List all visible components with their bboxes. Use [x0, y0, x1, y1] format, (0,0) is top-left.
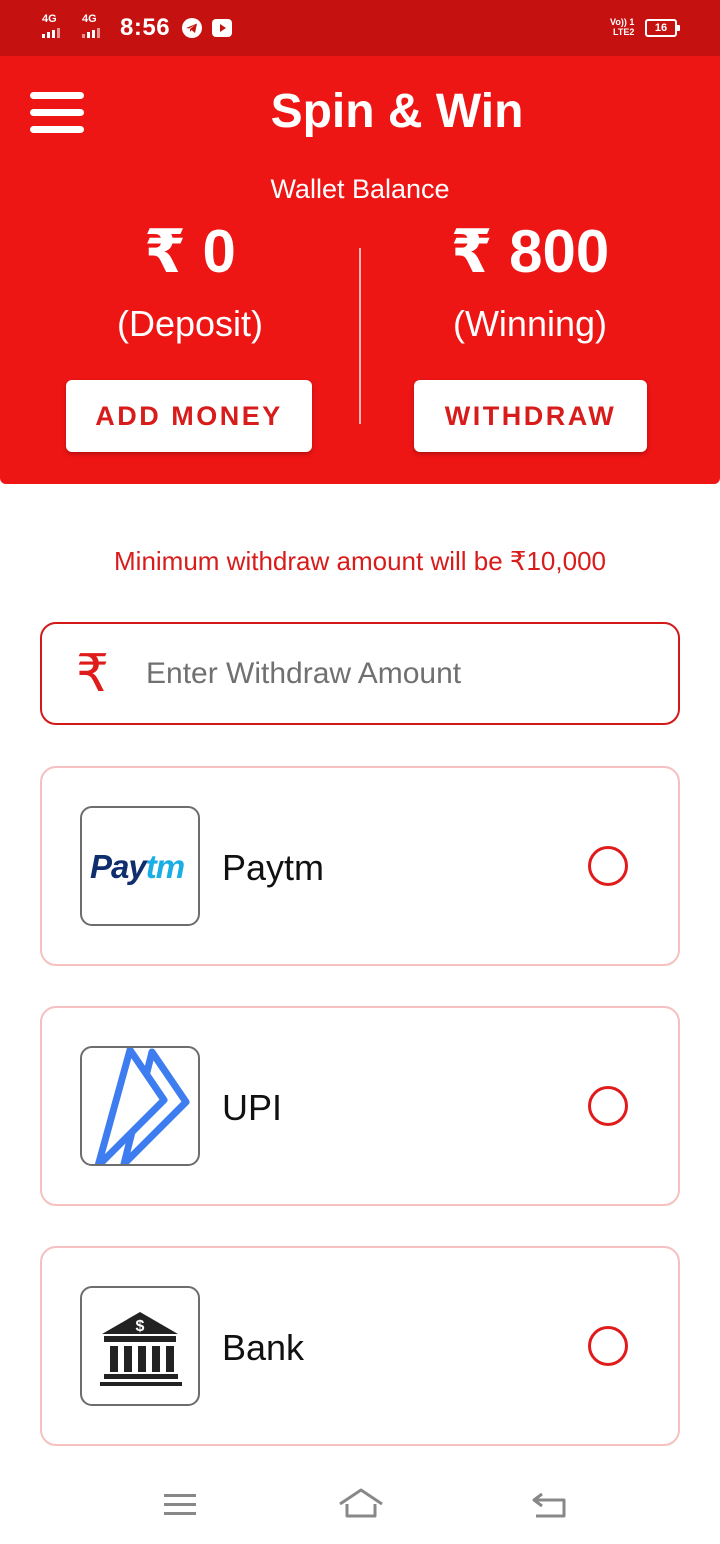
- back-icon[interactable]: [528, 1484, 568, 1524]
- wallet-panel: Wallet Balance ₹ 0 (Deposit) ₹ 800 (Winn…: [0, 168, 720, 484]
- youtube-icon: [212, 19, 232, 37]
- payment-option-paytm[interactable]: Paytm Paytm: [40, 766, 680, 966]
- withdraw-button[interactable]: WITHDRAW: [414, 380, 647, 452]
- sim1-network-label: 4G: [42, 13, 57, 25]
- payment-option-label: UPI: [222, 1087, 283, 1128]
- sim1-signal-icon: 4G: [42, 14, 60, 38]
- payment-option-upi[interactable]: UPI: [40, 1006, 680, 1206]
- status-clock: 8:56: [120, 14, 171, 41]
- paytm-logo-text-left: Pay: [90, 848, 147, 885]
- home-icon[interactable]: [338, 1484, 384, 1524]
- bank-logo-icon: $: [80, 1286, 200, 1406]
- withdraw-amount-field[interactable]: ₹: [40, 622, 680, 725]
- app-bar: Spin & Win: [0, 56, 720, 168]
- paytm-logo-text-right: tm: [145, 848, 185, 885]
- volte-indicator: Vo)) 1 LTE2: [610, 17, 634, 37]
- volte-top-label: Vo)) 1: [610, 17, 635, 27]
- payment-option-label: Bank: [222, 1327, 305, 1368]
- withdraw-amount-input[interactable]: [146, 646, 656, 702]
- deposit-amount: ₹ 0: [144, 218, 236, 285]
- paytm-logo: Paytm: [80, 806, 200, 926]
- volte-bottom-label: LTE2: [613, 27, 635, 37]
- bank-radio[interactable]: [588, 1326, 628, 1366]
- payment-option-bank[interactable]: $ Bank: [40, 1246, 680, 1446]
- sim2-network-label: 4G: [82, 13, 97, 25]
- rupee-icon: ₹: [76, 644, 110, 704]
- status-bar: 4G 4G 8:56 Vo)) 1 LTE2 16: [0, 0, 720, 56]
- page-title: Spin & Win: [270, 85, 524, 138]
- sim2-signal-icon: 4G: [82, 14, 100, 38]
- bank-logo-dollar-sign: $: [136, 1318, 145, 1335]
- payment-option-label: Paytm: [222, 847, 325, 888]
- recent-apps-icon[interactable]: [160, 1484, 200, 1524]
- battery-icon: 16: [645, 19, 680, 37]
- telegram-icon: [182, 18, 202, 38]
- winning-column: ₹ 800 (Winning): [370, 214, 690, 346]
- add-money-button[interactable]: ADD MONEY: [66, 380, 312, 452]
- wallet-divider: [359, 248, 361, 424]
- upi-logo-icon: [80, 1046, 200, 1166]
- deposit-column: ₹ 0 (Deposit): [30, 214, 350, 346]
- winning-amount: ₹ 800: [450, 218, 610, 285]
- winning-label: (Winning): [452, 303, 608, 344]
- wallet-balance-label: Wallet Balance: [270, 174, 450, 204]
- minimum-withdraw-notice: Minimum withdraw amount will be ₹10,000: [114, 546, 606, 576]
- paytm-radio[interactable]: [588, 846, 628, 886]
- deposit-label: (Deposit): [116, 303, 264, 344]
- upi-radio[interactable]: [588, 1086, 628, 1126]
- system-navigation-bar: [0, 1466, 720, 1544]
